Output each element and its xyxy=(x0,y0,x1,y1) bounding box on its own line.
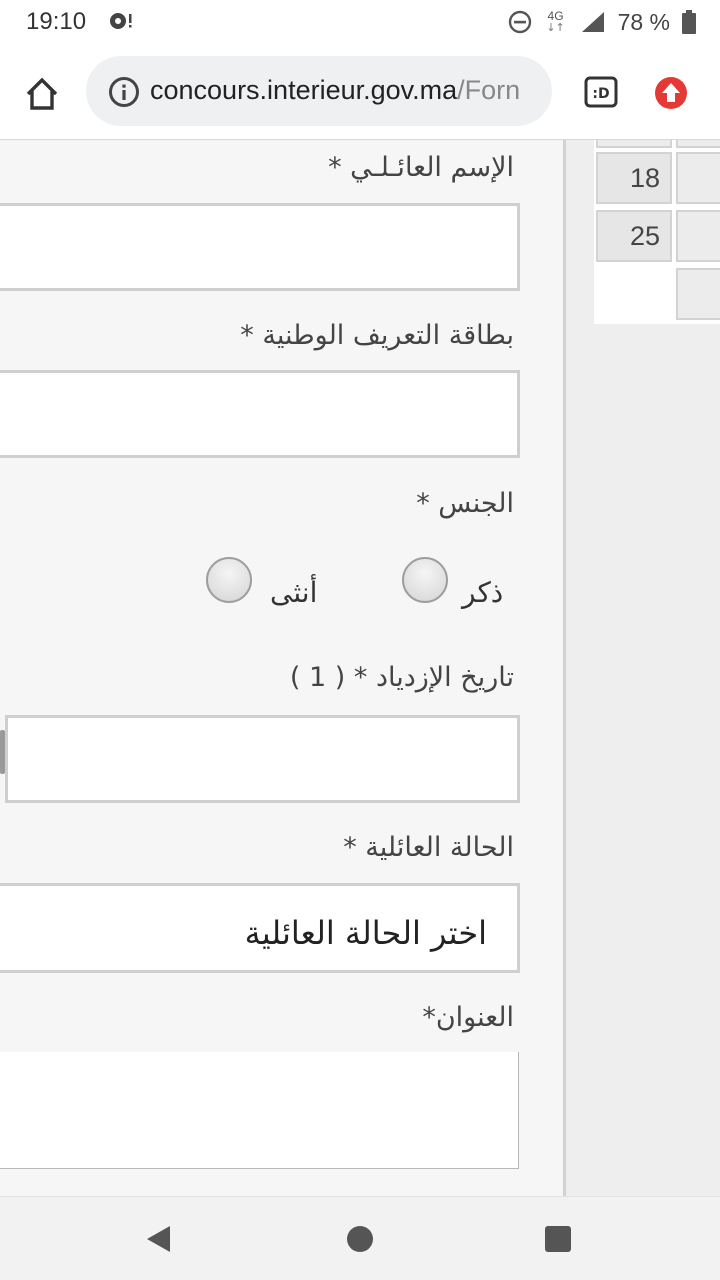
url-text: concours.interieur.gov.ma/Forn xyxy=(150,75,520,106)
marital-status-select[interactable]: اختر الحالة العائلية xyxy=(0,883,520,973)
marital-status-label: الحالة العائلية * xyxy=(343,832,514,863)
cin-label: بطاقة التعريف الوطنية * xyxy=(240,320,514,351)
browser-toolbar: concours.interieur.gov.ma/Forn :D xyxy=(0,44,720,140)
dnd-icon xyxy=(508,10,531,34)
calendar-cell[interactable] xyxy=(676,268,720,320)
address-textarea[interactable] xyxy=(0,1052,519,1169)
column-divider xyxy=(563,140,566,1196)
tab-switcher-icon[interactable]: :D xyxy=(584,76,618,108)
address-label: العنوان* xyxy=(422,1002,514,1033)
gender-male-label[interactable]: ذكر xyxy=(462,576,503,609)
status-time: 19:10 xyxy=(26,8,87,35)
url-path: /Forn xyxy=(457,75,521,105)
family-name-field[interactable] xyxy=(0,206,517,288)
calendar-cell[interactable] xyxy=(676,140,720,148)
family-name-label: الإسم العائـلـي * xyxy=(328,152,514,183)
status-icons: 4G ↓↑ 78 % xyxy=(508,6,696,38)
calendar-widget: 18 25 xyxy=(594,140,720,324)
page-content: 18 25 الإسم العائـلـي * بطاقة التعريف ال… xyxy=(0,140,720,1196)
marital-status-value: اختر الحالة العائلية xyxy=(244,914,487,952)
home-circle-icon[interactable] xyxy=(344,1223,376,1255)
birth-date-input[interactable] xyxy=(5,715,520,803)
battery-percent: 78 % xyxy=(617,8,670,35)
birth-date-label: تاريخ الإزدياد * ( 1 ) xyxy=(289,662,514,693)
family-name-input[interactable] xyxy=(0,203,520,291)
home-icon[interactable] xyxy=(22,74,62,114)
signal-icon xyxy=(581,12,604,32)
notification-icon xyxy=(110,13,132,29)
gender-male-radio[interactable] xyxy=(402,557,448,603)
calendar-cell[interactable] xyxy=(676,210,720,262)
calendar-cell[interactable] xyxy=(596,140,672,148)
recents-icon[interactable] xyxy=(542,1223,574,1255)
address-bar[interactable]: concours.interieur.gov.ma/Forn xyxy=(86,56,552,126)
calendar-day[interactable]: 18 xyxy=(596,152,672,204)
gender-female-label[interactable]: أنثى xyxy=(270,576,317,609)
gender-label: الجنس * xyxy=(416,488,514,519)
back-icon[interactable] xyxy=(142,1223,174,1255)
status-bar: 19:10 4G ↓↑ 78 % xyxy=(0,0,720,44)
calendar-day[interactable]: 25 xyxy=(596,210,672,262)
system-nav-bar xyxy=(0,1196,720,1280)
url-host: concours.interieur.gov.ma xyxy=(150,75,458,105)
info-icon[interactable] xyxy=(108,76,140,108)
update-icon[interactable] xyxy=(654,76,688,110)
svg-text::D: :D xyxy=(592,86,609,102)
birth-date-field[interactable] xyxy=(8,718,517,800)
gender-female-radio[interactable] xyxy=(206,557,252,603)
network-icon: 4G ↓↑ xyxy=(546,9,565,34)
cin-input[interactable] xyxy=(0,370,520,458)
battery-icon xyxy=(682,10,696,34)
calendar-cell[interactable] xyxy=(676,152,720,204)
cin-field[interactable] xyxy=(0,373,517,455)
